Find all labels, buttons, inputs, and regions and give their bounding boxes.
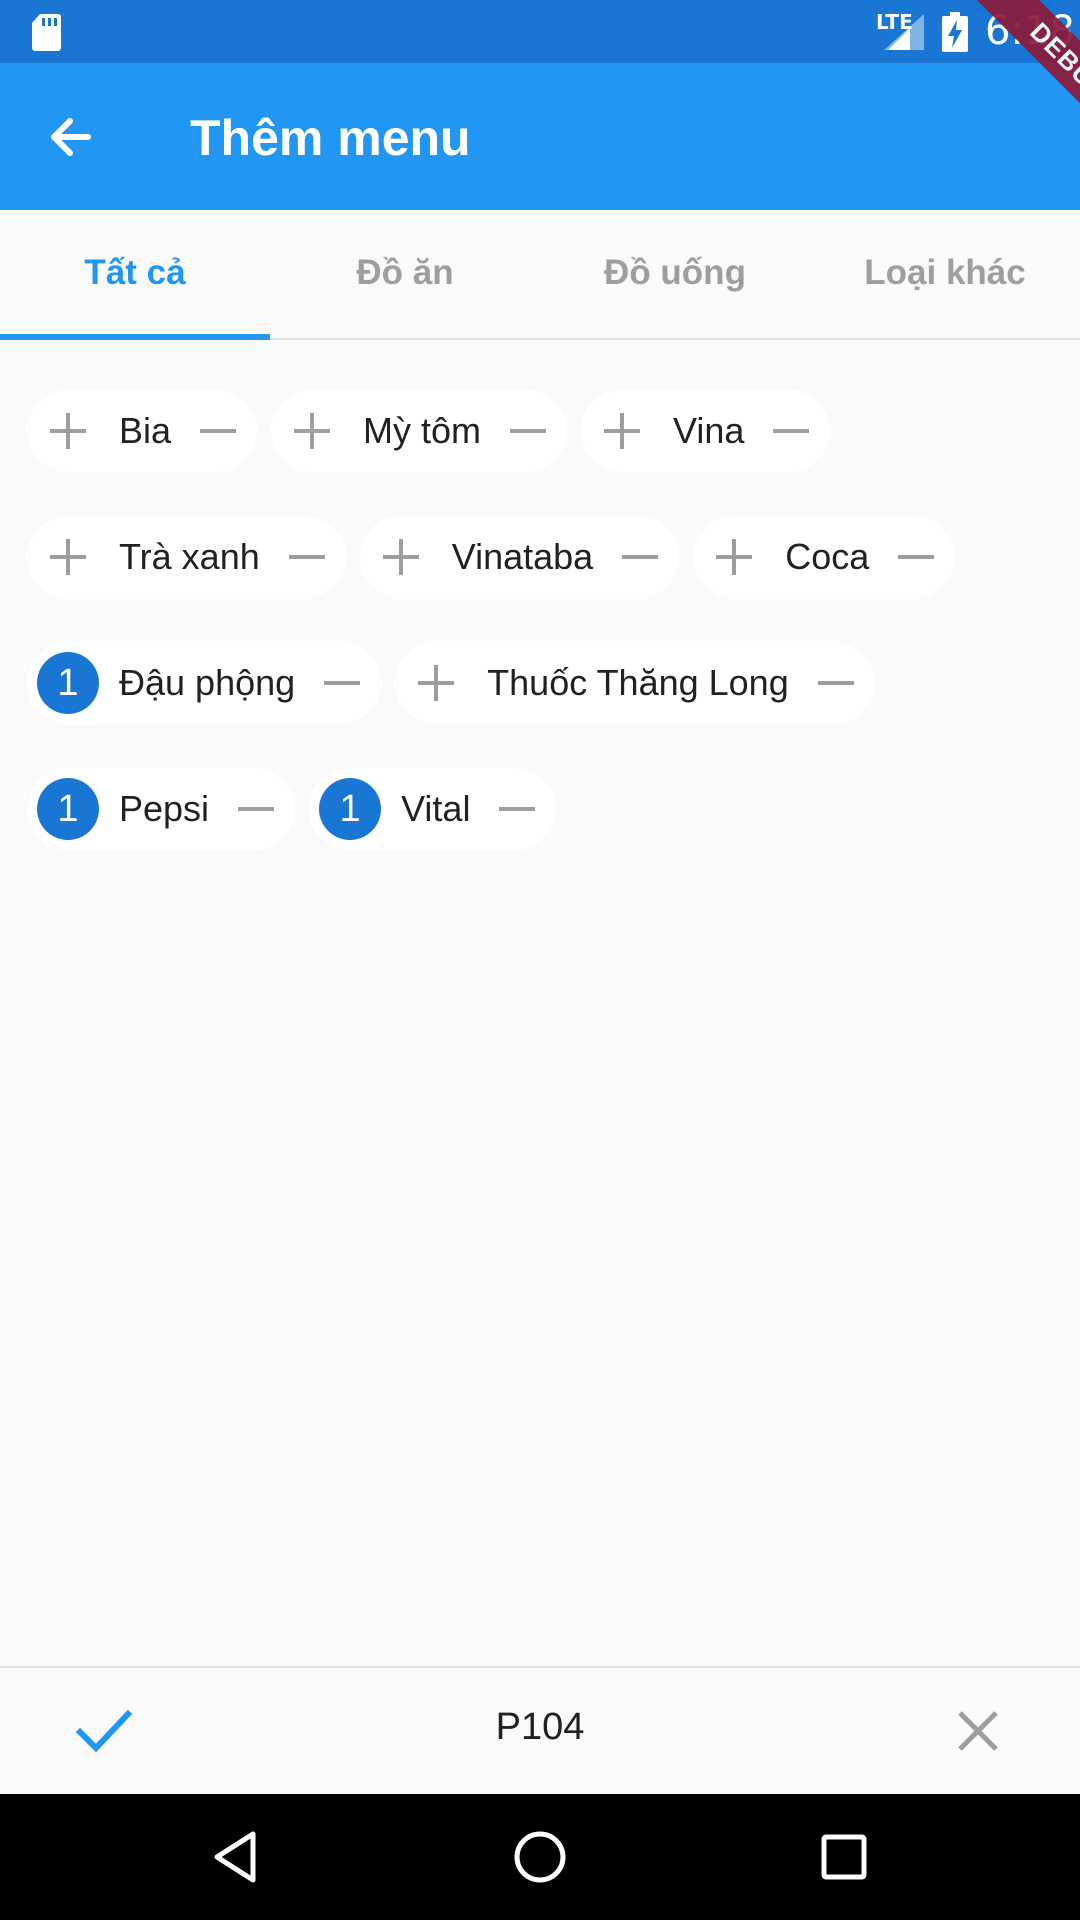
plus-icon bbox=[382, 539, 419, 575]
close-icon bbox=[958, 1711, 998, 1751]
tab-all[interactable]: Tất cả bbox=[0, 210, 270, 340]
remove-button[interactable] bbox=[282, 526, 332, 588]
menu-item-chip-vinataba: Vinataba bbox=[359, 516, 680, 598]
room-label: P104 bbox=[495, 1706, 585, 1748]
menu-item-chip-dau-phong: 1 Đậu phộng bbox=[27, 642, 382, 724]
circle-home-icon bbox=[514, 1831, 566, 1883]
add-button[interactable] bbox=[370, 526, 432, 588]
plus-icon bbox=[418, 665, 455, 701]
plus-icon bbox=[294, 413, 331, 449]
menu-item-chip-vina: Vina bbox=[581, 390, 831, 472]
arrow-back-icon bbox=[51, 118, 91, 156]
menu-item-label: Mỳ tôm bbox=[363, 410, 482, 451]
menu-item-label: Đậu phộng bbox=[119, 662, 296, 703]
add-button[interactable] bbox=[37, 526, 99, 588]
nav-home-button[interactable] bbox=[507, 1824, 573, 1890]
tab-other[interactable]: Loại khác bbox=[810, 210, 1080, 338]
minus-icon bbox=[238, 807, 275, 811]
battery-charging-icon bbox=[942, 12, 968, 52]
minus-icon bbox=[622, 555, 659, 559]
system-navigation-bar bbox=[0, 1794, 1080, 1920]
page-title: Thêm menu bbox=[190, 110, 471, 166]
status-bar: LTE 6:18 bbox=[0, 0, 1080, 63]
sd-card-icon bbox=[32, 14, 61, 51]
square-recents-icon bbox=[821, 1834, 867, 1880]
minus-icon bbox=[324, 681, 361, 685]
menu-item-label: Thuốc Thăng Long bbox=[487, 662, 789, 703]
nav-back-button[interactable] bbox=[203, 1824, 269, 1890]
remove-button[interactable] bbox=[891, 526, 941, 588]
plus-icon bbox=[604, 413, 641, 449]
add-button[interactable] bbox=[591, 400, 653, 462]
tab-drinks[interactable]: Đồ uống bbox=[540, 210, 810, 338]
menu-item-label: Vital bbox=[401, 788, 471, 829]
menu-item-label: Bia bbox=[119, 410, 172, 451]
menu-item-label: Coca bbox=[785, 536, 870, 577]
menu-item-chip-thuoc-thang-long: Thuốc Thăng Long bbox=[395, 642, 875, 724]
chip-row: 1 Pepsi 1 Vital bbox=[27, 768, 1057, 850]
menu-item-chip-vital: 1 Vital bbox=[309, 768, 557, 850]
minus-icon bbox=[288, 555, 325, 559]
minus-icon bbox=[510, 429, 547, 433]
menu-item-label: Trà xanh bbox=[119, 536, 260, 577]
triangle-back-icon bbox=[214, 1831, 256, 1883]
app-bar: Thêm menu bbox=[0, 63, 1080, 210]
remove-button[interactable] bbox=[492, 778, 542, 840]
chip-row: 1 Đậu phộng Thuốc Thăng Long bbox=[27, 642, 1057, 724]
menu-item-chip-tra-xanh: Trà xanh bbox=[27, 516, 346, 598]
remove-button[interactable] bbox=[317, 652, 367, 714]
signal-icon bbox=[884, 14, 924, 50]
cancel-button[interactable] bbox=[945, 1698, 1011, 1764]
remove-button[interactable] bbox=[811, 652, 861, 714]
minus-icon bbox=[817, 681, 854, 685]
bottom-action-bar: P104 bbox=[0, 1666, 1080, 1794]
remove-button[interactable] bbox=[193, 400, 243, 462]
minus-icon bbox=[773, 429, 810, 433]
add-button[interactable] bbox=[37, 400, 99, 462]
chip-row: Bia Mỳ tôm Vina bbox=[27, 390, 1057, 472]
chip-row: Trà xanh Vinataba Coca bbox=[27, 516, 1057, 598]
menu-item-chip-coca: Coca bbox=[693, 516, 956, 598]
remove-button[interactable] bbox=[231, 778, 281, 840]
tab-food[interactable]: Đồ ăn bbox=[270, 210, 540, 338]
quantity-badge[interactable]: 1 bbox=[37, 778, 99, 840]
menu-item-list: Bia Mỳ tôm Vina Trà xanh Vinataba Coca 1… bbox=[27, 390, 1057, 894]
menu-item-label: Pepsi bbox=[119, 788, 210, 829]
add-button[interactable] bbox=[405, 652, 467, 714]
remove-button[interactable] bbox=[766, 400, 816, 462]
quantity-badge[interactable]: 1 bbox=[319, 778, 382, 840]
menu-item-label: Vinataba bbox=[451, 536, 594, 577]
remove-button[interactable] bbox=[615, 526, 665, 588]
menu-item-chip-pepsi: 1 Pepsi bbox=[27, 768, 296, 850]
plus-icon bbox=[716, 539, 753, 575]
back-button[interactable] bbox=[36, 101, 108, 173]
add-button[interactable] bbox=[281, 400, 343, 462]
menu-item-chip-bia: Bia bbox=[27, 390, 258, 472]
menu-item-chip-my-tom: Mỳ tôm bbox=[271, 390, 568, 472]
quantity-badge[interactable]: 1 bbox=[37, 652, 99, 714]
remove-button[interactable] bbox=[503, 400, 553, 462]
add-button[interactable] bbox=[703, 526, 765, 588]
plus-icon bbox=[50, 539, 86, 575]
category-tabs: Tất cả Đồ ăn Đồ uống Loại khác bbox=[0, 210, 1080, 340]
plus-icon bbox=[50, 413, 86, 449]
minus-icon bbox=[200, 429, 237, 433]
menu-item-label: Vina bbox=[673, 410, 745, 451]
minus-icon bbox=[499, 807, 536, 811]
minus-icon bbox=[898, 555, 935, 559]
nav-recents-button[interactable] bbox=[811, 1824, 877, 1890]
